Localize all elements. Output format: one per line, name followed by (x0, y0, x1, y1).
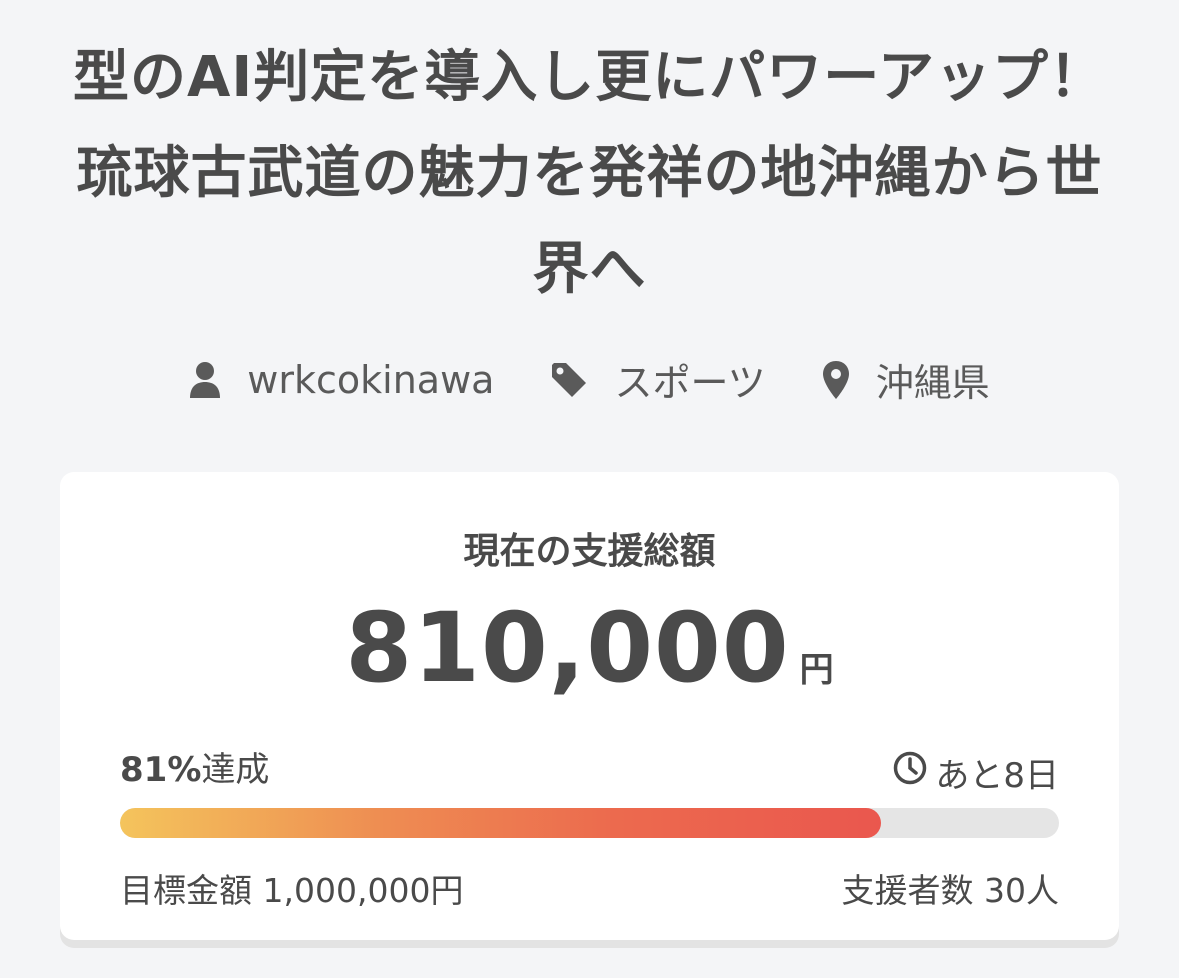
progress-bar-fill (120, 808, 881, 838)
progress-bar (120, 808, 1059, 838)
project-meta: wrkcokinawa スポーツ 沖縄県 (0, 352, 1179, 407)
remaining-days: あと8日 (935, 756, 1059, 796)
tag-icon (550, 361, 588, 399)
achievement-rate: 81%達成 (120, 742, 269, 791)
clock-icon (893, 751, 927, 794)
goal-amount: 目標金額 1,000,000円 (120, 871, 464, 910)
project-title: 型のAI判定を導入し更にパワーアップ！琉球古武道の魅力を発祥の地沖縄から世界へ (73, 45, 1106, 302)
backer-count: 支援者数 30人 (841, 871, 1059, 910)
category-link[interactable]: スポーツ (550, 352, 766, 407)
funding-card: 現在の支援総額 810,000 円 81%達成 あと8日 目標金額 1,000,0… (60, 472, 1119, 940)
map-pin-icon (822, 360, 850, 400)
location-link[interactable]: 沖縄県 (822, 352, 990, 407)
funding-label: 現在の支援総額 (463, 531, 716, 572)
remaining-time: あと8日 (893, 748, 1059, 797)
currency-unit: 円 (799, 650, 834, 690)
achievement-suffix: 達成 (201, 750, 270, 790)
category-name: スポーツ (614, 361, 766, 405)
user-icon (189, 361, 221, 399)
funding-amount-row: 810,000 円 (60, 592, 1119, 704)
owner-name: wrkcokinawa (247, 357, 495, 402)
owner-link[interactable]: wrkcokinawa (189, 358, 494, 402)
funding-amount: 810,000 (345, 592, 790, 704)
achievement-percent: 81% (120, 750, 202, 790)
location-name: 沖縄県 (875, 361, 990, 405)
